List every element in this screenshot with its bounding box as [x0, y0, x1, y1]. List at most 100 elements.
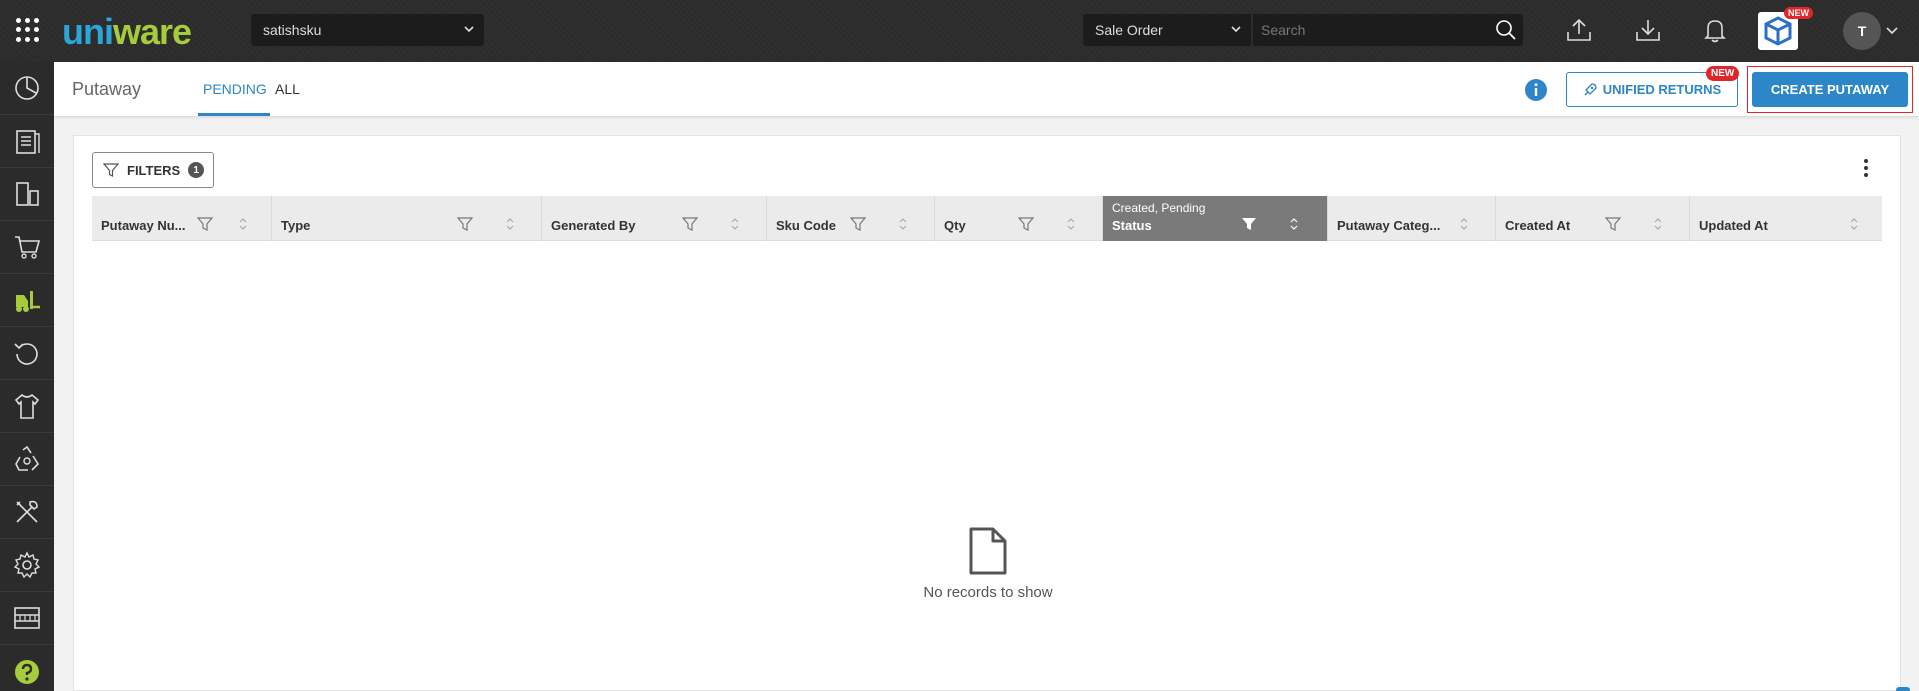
- upload-icon[interactable]: [1565, 16, 1593, 44]
- column-header-type[interactable]: Type: [272, 196, 542, 241]
- empty-state-text: No records to show: [923, 584, 1053, 601]
- search-type-select[interactable]: Sale Order: [1083, 14, 1251, 46]
- filters-button[interactable]: FILTERS 1: [92, 152, 214, 188]
- page-title: Putaway: [72, 79, 142, 99]
- bell-icon[interactable]: [1701, 16, 1729, 44]
- avatar[interactable]: T: [1843, 12, 1881, 50]
- chevron-down-icon[interactable]: [1886, 25, 1898, 35]
- tab-pending[interactable]: PENDING: [203, 81, 267, 97]
- sidebar-item-dashboard[interactable]: [0, 62, 54, 115]
- sort-icon[interactable]: [237, 216, 249, 232]
- info-icon[interactable]: [1524, 78, 1548, 102]
- tools-icon: [16, 500, 38, 523]
- tenant-select[interactable]: satishsku: [251, 14, 484, 46]
- unified-returns-new-badge: NEW: [1706, 66, 1740, 81]
- column-header-putaway-category[interactable]: Putaway Categ...: [1328, 196, 1496, 241]
- cart-icon: [15, 236, 41, 259]
- sort-icon[interactable]: [1288, 216, 1300, 232]
- column-header-qty[interactable]: Qty: [935, 196, 1103, 241]
- shirt-icon: [14, 393, 40, 419]
- sidebar-item-warehouse[interactable]: [0, 592, 54, 645]
- sidebar-item-products[interactable]: [0, 168, 54, 221]
- page-header: Putaway PENDING ALL UNIFIED RETURNS NEW …: [54, 62, 1919, 117]
- sort-icon[interactable]: [897, 216, 909, 232]
- forklift-icon: [16, 291, 40, 312]
- sidebar-item-orders[interactable]: [0, 115, 54, 168]
- scroll-indicator[interactable]: [1896, 687, 1910, 691]
- column-label: Updated At: [1699, 218, 1768, 233]
- logo-part1: uni: [62, 11, 114, 52]
- sidebar-item-apparel[interactable]: [0, 380, 54, 433]
- column-header-created-at[interactable]: Created At: [1496, 196, 1690, 241]
- column-label: Putaway Nu...: [101, 218, 186, 233]
- filter-icon[interactable]: [1604, 215, 1622, 233]
- filter-icon[interactable]: [849, 215, 867, 233]
- sort-icon[interactable]: [1652, 216, 1664, 232]
- filter-active-icon[interactable]: [1240, 215, 1258, 233]
- app-new-badge: NEW: [1784, 7, 1813, 19]
- gear-icon: [13, 551, 41, 579]
- sidebar-item-returns[interactable]: [0, 327, 54, 380]
- sidebar: [0, 62, 54, 691]
- sidebar-item-help[interactable]: [0, 645, 54, 691]
- create-putaway-button[interactable]: CREATE PUTAWAY: [1752, 72, 1908, 107]
- column-label: Generated By: [551, 218, 636, 233]
- sort-icon[interactable]: [504, 216, 516, 232]
- table-header: Putaway Nu... Type Generated By Sku Code…: [92, 196, 1882, 241]
- sidebar-item-putaway[interactable]: [0, 274, 54, 327]
- logo[interactable]: uniware: [62, 11, 192, 52]
- search-icon[interactable]: [1494, 18, 1518, 42]
- column-label: Created At: [1505, 218, 1571, 233]
- file-icon: [969, 527, 1007, 575]
- download-icon[interactable]: [1634, 16, 1662, 44]
- document-list-icon: [16, 130, 40, 154]
- column-label: Qty: [944, 218, 966, 233]
- tab-active-indicator: [198, 113, 270, 116]
- unified-returns-label: UNIFIED RETURNS: [1602, 82, 1722, 97]
- sort-icon[interactable]: [729, 216, 741, 232]
- column-label: Putaway Categ...: [1337, 218, 1441, 233]
- filter-icon[interactable]: [196, 215, 214, 233]
- rocket-icon: [1584, 82, 1597, 95]
- column-header-updated-at[interactable]: Updated At: [1690, 196, 1882, 241]
- column-header-sku-code[interactable]: Sku Code: [767, 196, 935, 241]
- sort-icon[interactable]: [1458, 216, 1470, 232]
- more-options-icon[interactable]: [1854, 156, 1878, 180]
- empty-state: No records to show: [74, 526, 1902, 601]
- rotate-icon: [14, 343, 38, 365]
- recycle-icon: [15, 445, 40, 471]
- filter-icon: [103, 163, 119, 177]
- sidebar-item-settings[interactable]: [0, 539, 54, 592]
- column-label: Sku Code: [776, 218, 836, 233]
- filter-count-badge: 1: [188, 162, 205, 178]
- sidebar-item-tools[interactable]: [0, 486, 54, 539]
- chevron-down-icon: [1231, 26, 1241, 33]
- top-bar: uniware satishsku Sale Order NEW T: [0, 0, 1919, 62]
- logo-part2: ware: [112, 11, 192, 52]
- filter-icon[interactable]: [1017, 215, 1035, 233]
- filter-icon[interactable]: [456, 215, 474, 233]
- sidebar-item-recycle[interactable]: [0, 433, 54, 486]
- filters-label: FILTERS: [127, 162, 181, 178]
- warehouse-rack-icon: [14, 607, 40, 629]
- devices-icon: [16, 182, 39, 206]
- column-label: Type: [281, 218, 311, 233]
- tenant-select-value: satishsku: [263, 22, 322, 38]
- search-type-value: Sale Order: [1095, 22, 1163, 38]
- search-input[interactable]: [1253, 14, 1523, 46]
- status-filter-summary: Created, Pending: [1112, 201, 1206, 215]
- pie-chart-icon: [15, 76, 39, 100]
- app-grid-icon[interactable]: [16, 18, 40, 42]
- sort-icon[interactable]: [1065, 216, 1077, 232]
- tab-all[interactable]: ALL: [275, 81, 300, 97]
- column-header-generated-by[interactable]: Generated By: [542, 196, 767, 241]
- content-card: FILTERS 1 Putaway Nu... Type Generated B…: [73, 135, 1901, 691]
- help-icon: [15, 659, 39, 684]
- column-label: Status: [1112, 218, 1152, 233]
- filter-icon[interactable]: [681, 215, 699, 233]
- sort-icon[interactable]: [1848, 216, 1860, 232]
- chevron-down-icon: [464, 26, 474, 33]
- sidebar-item-cart[interactable]: [0, 221, 54, 274]
- column-header-putaway-number[interactable]: Putaway Nu...: [92, 196, 272, 241]
- column-header-status[interactable]: Created, Pending Status: [1103, 196, 1328, 241]
